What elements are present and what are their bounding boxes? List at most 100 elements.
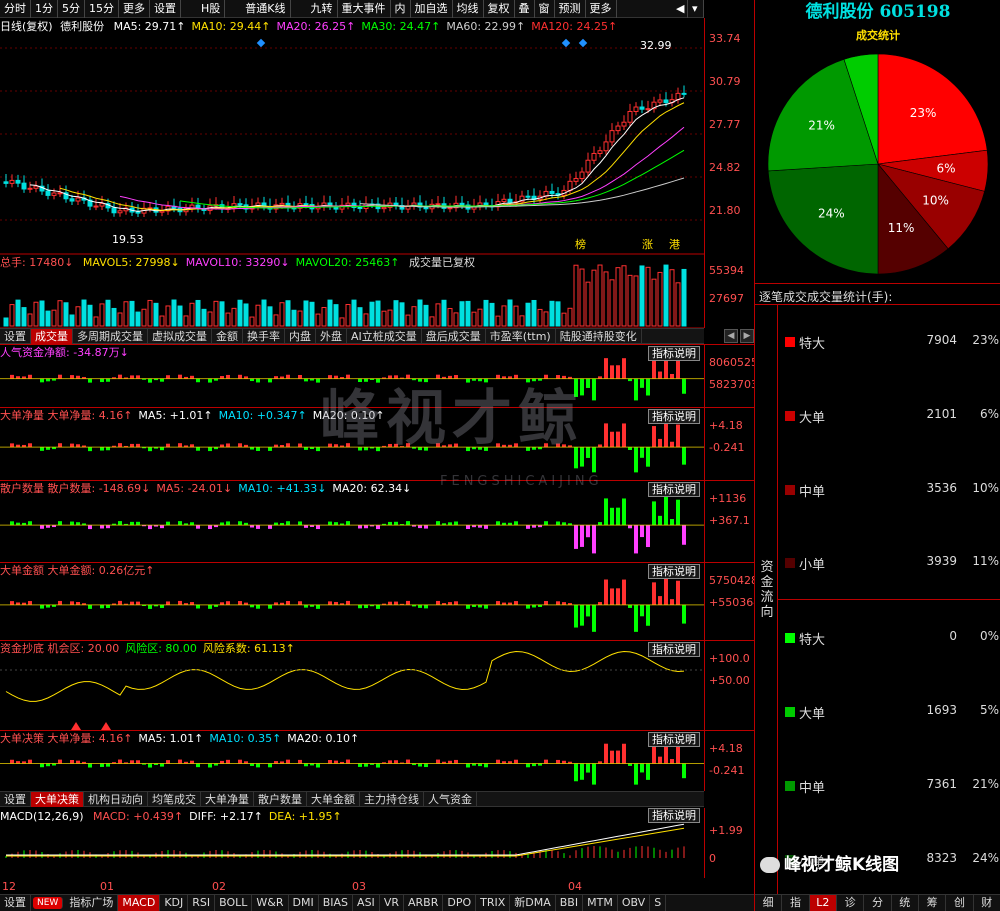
toolbar-button[interactable]: 叠: [515, 0, 535, 18]
indicator-explain-button[interactable]: 指标说明: [648, 642, 700, 657]
stat-volume: 3939: [926, 554, 957, 568]
indicator-tab[interactable]: 虚拟成交量: [148, 329, 212, 344]
volume-bar: [129, 300, 135, 327]
toolbar-button[interactable]: 15分: [85, 0, 119, 18]
right-tab[interactable]: 指: [782, 895, 810, 911]
indicator-shortcut[interactable]: MACD: [118, 895, 161, 911]
indicator-tab[interactable]: 换手率: [243, 329, 285, 344]
indicator-shortcut[interactable]: NEW: [33, 897, 64, 909]
indicator-tab[interactable]: 主力持仓线: [360, 792, 424, 807]
indicator-shortcut[interactable]: 指标广场: [65, 895, 119, 911]
right-tab[interactable]: 诊: [837, 895, 865, 911]
right-tab[interactable]: 统: [892, 895, 919, 911]
indicator-shortcut[interactable]: 设置: [0, 895, 31, 911]
indicator-bar: [556, 759, 560, 764]
indicator-shortcut[interactable]: DMI: [289, 895, 319, 911]
indicator-tab[interactable]: 成交量: [31, 329, 73, 344]
candle-body: [627, 110, 633, 123]
right-tab[interactable]: 筹: [919, 895, 947, 911]
indicator-tab[interactable]: 设置: [0, 792, 31, 807]
indicator-bar: [148, 447, 152, 452]
right-tab[interactable]: 细: [755, 895, 783, 911]
toolbar-button[interactable]: 均线: [453, 0, 484, 18]
indicator-shortcut[interactable]: S: [650, 895, 667, 911]
sound-icon[interactable]: ◀: [672, 0, 688, 18]
indicator-tab[interactable]: 外盘: [316, 329, 347, 344]
indicator-shortcut[interactable]: ASI: [353, 895, 380, 911]
ma-line: [59, 102, 685, 211]
right-tab[interactable]: 创: [946, 895, 974, 911]
indicator-tab[interactable]: 散户数量: [254, 792, 307, 807]
indicator-bar: [10, 521, 14, 526]
candle-body: [579, 171, 585, 180]
indicator-shortcut[interactable]: DPO: [443, 895, 477, 911]
indicator-tab[interactable]: 大单金额: [307, 792, 360, 807]
indicator-tab[interactable]: 金额: [212, 329, 243, 344]
indicator-tab[interactable]: 大单决策: [31, 792, 84, 807]
chevron-down-icon[interactable]: ▾: [688, 0, 704, 18]
toolbar-button[interactable]: 更多: [119, 0, 150, 18]
indicator-explain-button[interactable]: 指标说明: [648, 409, 700, 424]
indicator-shortcut[interactable]: 新DMA: [510, 895, 556, 911]
indicator-bar: [466, 525, 470, 530]
scroll-right-icon[interactable]: ▶: [740, 329, 754, 343]
indicator-bar: [634, 447, 638, 473]
toolbar-button[interactable]: 加自选: [411, 0, 453, 18]
indicator-shortcut[interactable]: OBV: [618, 895, 651, 911]
right-tab[interactable]: 财: [974, 895, 1000, 911]
toolbar-button[interactable]: 设置: [150, 0, 181, 18]
right-tab[interactable]: 分: [864, 895, 892, 911]
indicator-tab[interactable]: 均笔成交: [148, 792, 201, 807]
candle-body: [15, 179, 21, 184]
volume-bar: [243, 303, 249, 327]
toolbar-button[interactable]: 九转: [307, 0, 338, 18]
toolbar-button[interactable]: 1分: [31, 0, 58, 18]
indicator-explain-button[interactable]: 指标说明: [648, 346, 700, 361]
indicator-shortcut[interactable]: BIAS: [319, 895, 354, 911]
right-tab[interactable]: L2: [809, 895, 837, 911]
indicator-tab[interactable]: 设置: [0, 329, 31, 344]
macd-explain-button[interactable]: 指标说明: [648, 808, 700, 823]
toolbar-button[interactable]: H股: [197, 0, 226, 18]
indicator-shortcut[interactable]: BBI: [556, 895, 584, 911]
indicator-shortcut[interactable]: TRIX: [476, 895, 511, 911]
toolbar-button[interactable]: 窗: [535, 0, 555, 18]
indicator-bar: [610, 750, 614, 764]
indicator-tab[interactable]: 市盈率(ttm): [486, 329, 556, 344]
indicator-shortcut[interactable]: ARBR: [404, 895, 444, 911]
indicator-shortcut[interactable]: RSI: [188, 895, 216, 911]
indicator-bar: [640, 525, 644, 538]
scroll-left-icon[interactable]: ◀: [724, 329, 738, 343]
toolbar-button[interactable]: 预测: [555, 0, 586, 18]
indicator-shortcut[interactable]: VR: [380, 895, 404, 911]
indicator-explain-button[interactable]: 指标说明: [648, 564, 700, 579]
indicator-bar: [118, 521, 122, 526]
toolbar-button[interactable]: 重大事件: [338, 0, 391, 18]
toolbar-button[interactable]: 更多: [586, 0, 617, 18]
indicator-tab[interactable]: 盘后成交量: [422, 329, 486, 344]
indicator-shortcut[interactable]: KDJ: [160, 895, 189, 911]
indicator-explain-button[interactable]: 指标说明: [648, 732, 700, 747]
toolbar-button[interactable]: 复权: [484, 0, 515, 18]
indicator-tab[interactable]: AI立桩成交量: [347, 329, 422, 344]
indicator-shortcut[interactable]: MTM: [583, 895, 618, 911]
candle-body: [639, 106, 645, 110]
wechat-icon: [760, 857, 780, 873]
indicator-tab[interactable]: 大单净量: [201, 792, 254, 807]
indicator-tab[interactable]: 机构日动向: [84, 792, 148, 807]
toolbar-button[interactable]: 分时: [0, 0, 31, 18]
indicator-shortcut[interactable]: BOLL: [215, 895, 253, 911]
indicator-tab[interactable]: 多周期成交量: [73, 329, 148, 344]
indicator-bar: [424, 763, 428, 768]
indicator-explain-button[interactable]: 指标说明: [648, 482, 700, 497]
indicator-shortcut[interactable]: W&R: [252, 895, 289, 911]
toolbar-button[interactable]: 5分: [58, 0, 85, 18]
candle-body: [27, 187, 33, 190]
indicator-tab[interactable]: 人气资金: [424, 792, 477, 807]
volume-bar: [441, 299, 447, 327]
toolbar-button[interactable]: 内: [391, 0, 411, 18]
indicator-value: MA5: 1.01↑: [138, 732, 204, 745]
indicator-tab[interactable]: 内盘: [285, 329, 316, 344]
toolbar-button[interactable]: 普通K线: [241, 0, 291, 18]
indicator-tab[interactable]: 陆股通持股变化: [556, 329, 642, 344]
